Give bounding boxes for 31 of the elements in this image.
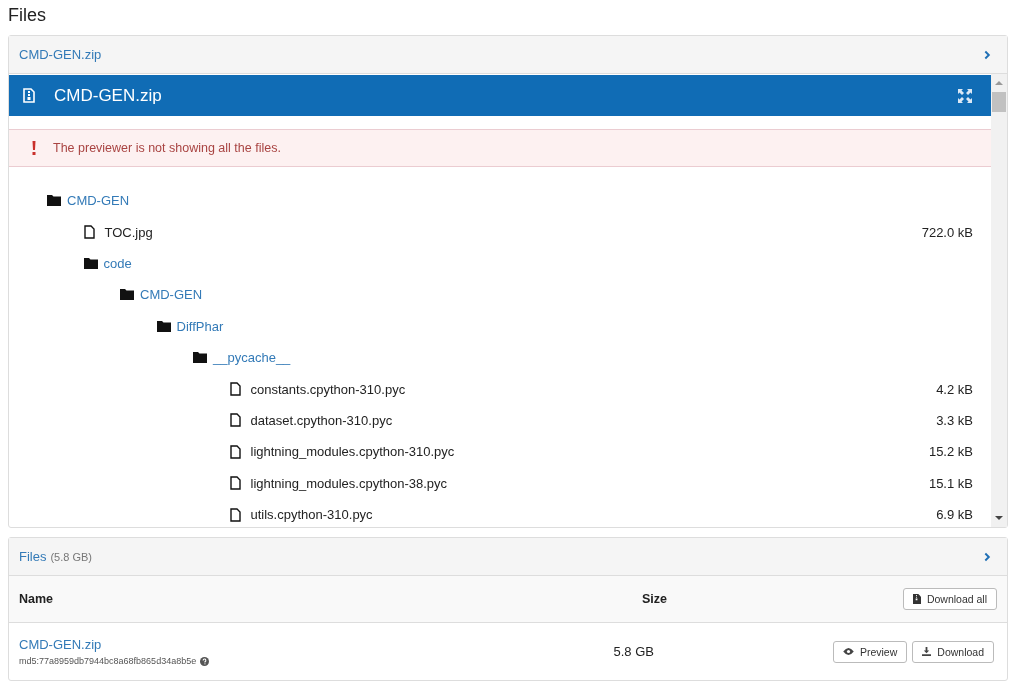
file-name: lightning_modules.cpython-310.pyc [250, 444, 455, 460]
file-size: 3.3 kB [936, 412, 973, 428]
file-name: utils.cpython-310.pyc [250, 507, 373, 523]
file-name: lightning_modules.cpython-38.pyc [250, 475, 448, 491]
file-size: 6.9 kB [936, 507, 973, 523]
file-size: 15.2 kB [928, 444, 973, 460]
download-button[interactable]: Download [912, 640, 994, 663]
column-header: Size [642, 592, 668, 606]
file-size: 15.1 kB [928, 475, 973, 491]
folder-name[interactable]: CMD-GEN [140, 287, 203, 303]
file-name: TOC.jpg [104, 224, 153, 240]
panel-header-link[interactable]: CMD-GEN.zip [19, 47, 102, 62]
file-size: 4.2 kB [936, 381, 973, 397]
files-total-size: (5.8 GB) [50, 551, 93, 563]
file-name: constants.cpython-310.pyc [250, 381, 406, 397]
preview-title: CMD-GEN.zip [54, 85, 163, 106]
checksum-text: md5:77a8959db7944bc8a68fb865d34a8b5e [19, 656, 197, 666]
file-name: dataset.cpython-310.pyc [250, 412, 393, 428]
alert-message: The previewer is not showing all the files. [53, 141, 281, 155]
panel-header-link[interactable]: Files [19, 549, 47, 564]
folder-name[interactable]: CMD-GEN [67, 193, 130, 209]
column-header: Name [18, 592, 55, 606]
page-title: Files [8, 4, 47, 27]
file-size: 722.0 kB [921, 224, 973, 240]
file-size: 5.8 GB [613, 644, 655, 659]
folder-name[interactable]: code [103, 255, 132, 271]
folder-name[interactable]: __pycache__ [213, 350, 291, 366]
preview-button[interactable]: Preview [832, 640, 908, 663]
file-link[interactable]: CMD-GEN.zip [19, 637, 102, 652]
folder-name[interactable]: DiffPhar [176, 318, 224, 334]
download-all-button[interactable]: Download all [902, 588, 997, 610]
